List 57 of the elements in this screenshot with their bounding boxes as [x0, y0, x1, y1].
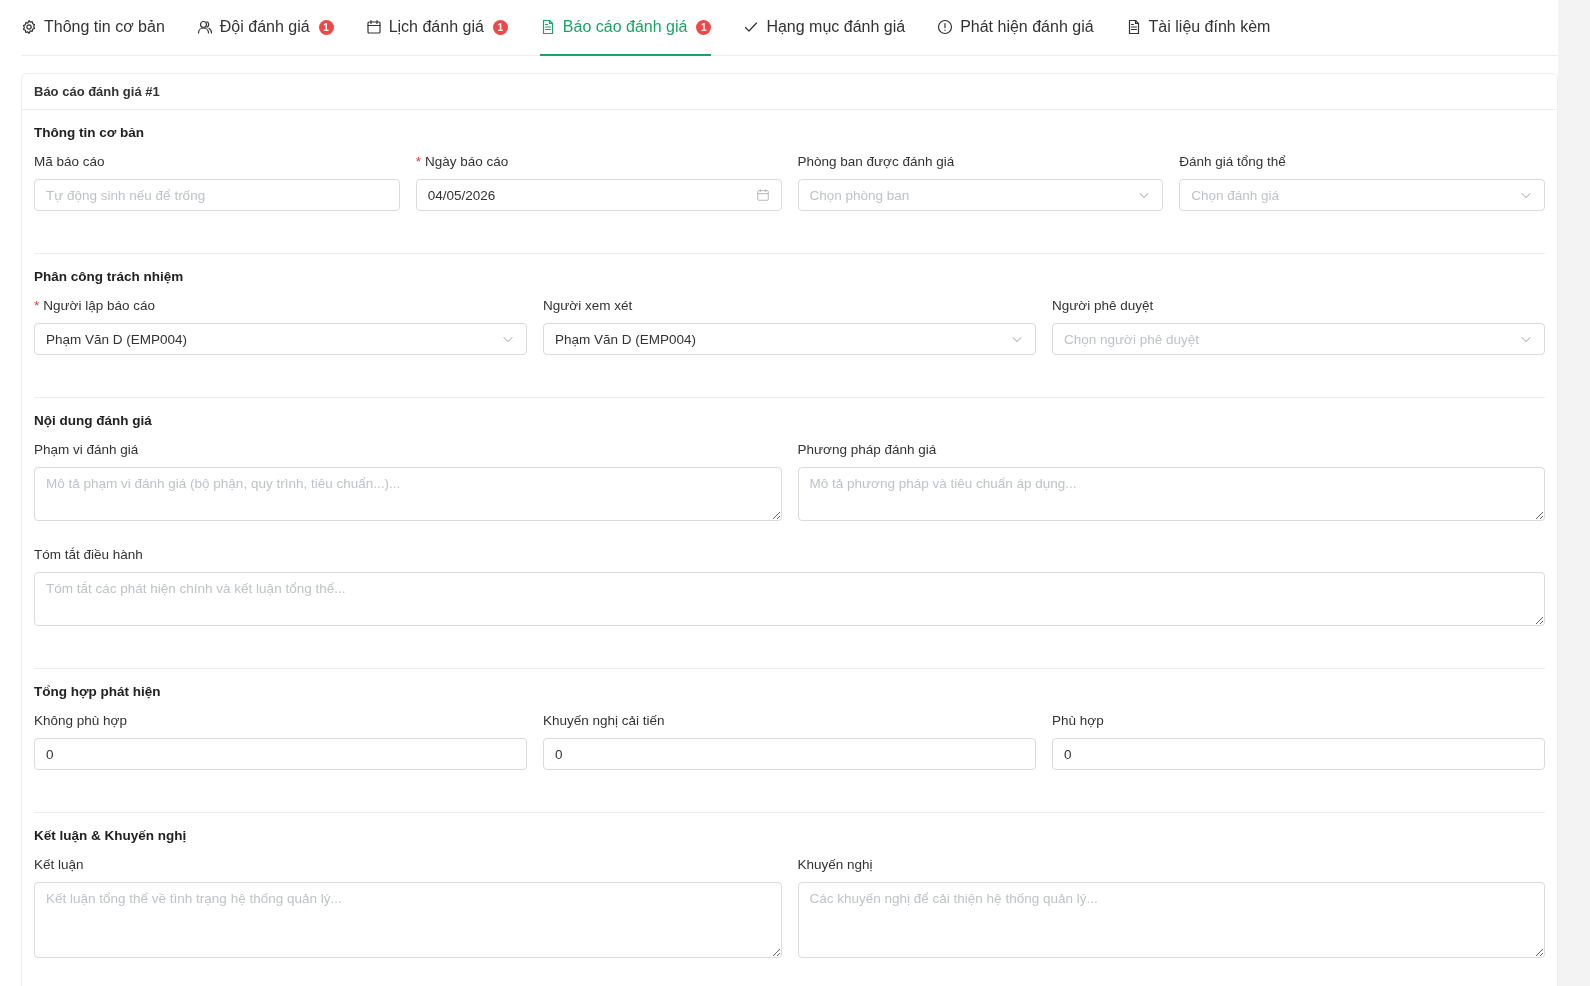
card-title: Báo cáo đánh giá #1 [22, 74, 1557, 110]
field-label: Mã báo cáo [34, 154, 105, 169]
text-area[interactable]: Mô tả phương pháp và tiêu chuẩn áp dụng... [797, 467, 1545, 521]
tab-label: Lịch đánh giá [388, 18, 484, 36]
section-title: Tổng hợp phát hiện [34, 684, 162, 699]
select-field[interactable]: Phạm Văn D (EMP004) [34, 323, 527, 355]
field-label: Người xem xét [543, 298, 633, 313]
input-field[interactable]: 0 [1052, 738, 1545, 770]
field-label: Người phê duyệt [1052, 298, 1154, 313]
select-field[interactable]: Phạm Văn D (EMP004) [543, 323, 1036, 355]
field-label: Phù hợp [1052, 713, 1104, 728]
section-title: Thông tin cơ bản [34, 125, 146, 140]
tab-label: Thông tin cơ bản [44, 18, 165, 36]
text-area[interactable]: Các khuyến nghị để cải thiện hệ thống quản lý... [797, 882, 1545, 958]
section-title: Kết luận & Khuyến nghị [34, 828, 188, 843]
tab[interactable]: Thông tin cơ bản [21, 0, 165, 56]
field-label: Phạm vi đánh giá [34, 442, 139, 457]
tab[interactable]: Phát hiện đánh giá [937, 0, 1094, 56]
tab[interactable]: Tài liệu đính kèm [1125, 0, 1271, 56]
tab-label: Tài liệu đính kèm [1148, 18, 1271, 36]
count-badge: 1 [318, 19, 334, 35]
gear-icon [21, 19, 37, 35]
tab[interactable]: Đội đánh giá 1 [196, 0, 334, 56]
people-icon [196, 19, 213, 35]
calendar-icon [365, 19, 382, 35]
text-area[interactable]: Tóm tắt các phát hiện chính và kết luận tổng thể... [34, 572, 1545, 626]
alert-icon [937, 19, 954, 35]
field-label: Ngày báo cáo [425, 154, 509, 169]
required-mark: * [415, 154, 421, 169]
tab[interactable]: Hạng mục đánh giá [743, 0, 906, 56]
tab[interactable]: Báo cáo đánh giá 1 [539, 0, 712, 56]
tab-label: Phát hiện đánh giá [960, 18, 1094, 36]
tab[interactable]: Lịch đánh giá 1 [365, 0, 508, 56]
field-label: Người lập báo cáo [43, 298, 155, 313]
tab-label: Báo cáo đánh giá [562, 18, 688, 36]
section-title: Nội dung đánh giá [34, 413, 153, 428]
field-label: Khuyến nghị cải tiến [543, 713, 665, 728]
date-picker[interactable]: 04/05/2026 [415, 179, 782, 211]
input-field[interactable]: 0 [543, 738, 1036, 770]
field-label: Phương pháp đánh giá [797, 442, 937, 457]
section-title: Phân công trách nhiệm [34, 269, 185, 284]
input-field[interactable]: Tự động sinh nếu để trống [34, 179, 400, 211]
count-badge: 1 [492, 19, 508, 35]
field-label: Đánh giá tổng thể [1179, 154, 1286, 169]
calendar-icon [755, 188, 770, 202]
required-mark: * [34, 298, 40, 313]
text-area[interactable]: Mô tả phạm vi đánh giá (bộ phận, quy trình, tiêu chuẩn...)... [34, 467, 782, 521]
field-label: Tóm tắt điều hành [34, 547, 143, 562]
field-label: Không phù hợp [34, 713, 127, 728]
tab-label: Đội đánh giá [219, 18, 310, 36]
field-label: Phòng ban được đánh giá [797, 154, 955, 169]
input-field[interactable]: 0 [34, 738, 527, 770]
field-label: Khuyến nghị [797, 857, 873, 872]
tab-label: Hạng mục đánh giá [766, 18, 906, 36]
count-badge: 1 [696, 19, 712, 35]
field-label: Kết luận [34, 857, 84, 872]
text-area[interactable]: Kết luận tổng thể về tình trạng hệ thống quản lý... [34, 882, 782, 958]
